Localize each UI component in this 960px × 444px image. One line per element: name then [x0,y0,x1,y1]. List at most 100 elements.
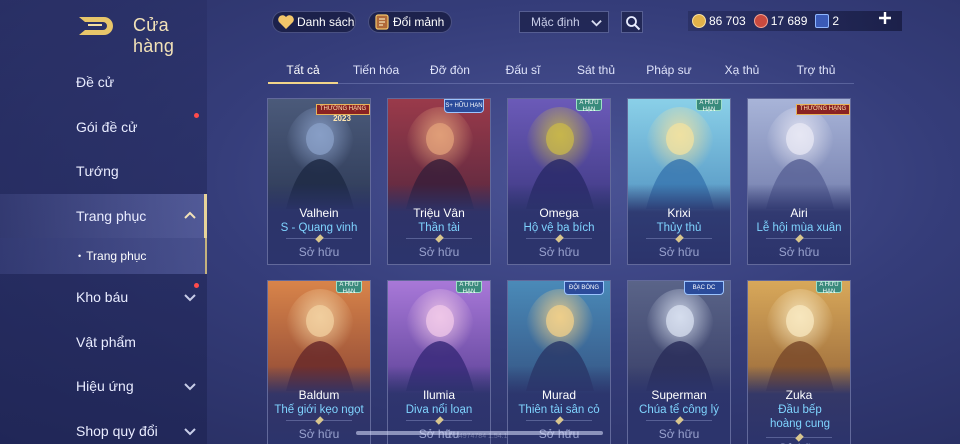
sidebar-item-effects[interactable]: Hiệu ứng [0,364,207,409]
search-button[interactable] [621,11,643,33]
skin-card[interactable]: THƯỜNG HẠNG Airi Lễ hội mùa xuân Sở hữu [747,98,851,265]
hero-name: Superman [651,388,707,402]
chevron-down-icon [184,294,196,302]
sidebar-item-treasure[interactable]: Kho báu [0,275,207,320]
skin-name: S - Quang vinh [280,222,358,234]
skin-card[interactable]: S+ HỮU HẠN Triệu Vân Thần tài Sở hữu [387,98,491,265]
hero-name: Valhein [299,206,339,220]
owned-status: Sở hữu [418,245,460,259]
tab-tank[interactable]: Đỡ đòn [418,58,482,83]
skin-name: Hộ vệ ba bích [523,222,595,234]
tab-support[interactable]: Trợ thủ [782,58,850,83]
skin-card[interactable]: A HỮU HẠNZukaĐầu bếp hoàng cungSở hữu [747,280,851,444]
hero-name: Ilumia [422,388,455,402]
sidebar-item-bundles[interactable]: Gói đề cử [0,105,207,150]
sidebar-item-exchange-shop[interactable]: Shop quy đổi [0,409,207,444]
skin-name: Thần tài [418,222,460,234]
sidebar-item-items[interactable]: Vật phẩm [0,320,207,365]
chevron-down-icon [184,383,196,391]
hero-name: Baldum [298,388,340,402]
hero-name: Murad [541,388,576,402]
skin-name: Thủy thủ [656,222,702,234]
sidebar-menu: Đề cử Gói đề cử Tướng Trang phục • Trang… [0,60,207,444]
gold-coin-icon [692,14,706,28]
favorites-list-button[interactable]: Danh sách [272,11,356,33]
owned-status: Sở hữu [778,245,820,259]
exchange-fragments-label: Đổi mảnh [393,15,445,29]
sidebar-item-label: Trang phục [76,207,147,224]
exchange-fragments-button[interactable]: Đổi mảnh [368,11,452,33]
sidebar-item-label: Đề cử [76,74,115,91]
back-icon[interactable] [76,13,116,37]
ruby-icon [753,14,768,28]
page-title: Cửa hàng [133,15,175,56]
sidebar-subitem-label: Trang phục [86,249,147,263]
ruby-amount: 17 689 [770,14,808,28]
category-tabs: Tất cả Tiến hóa Đỡ đòn Đấu sĩ Sát thủ Ph… [268,58,854,84]
fragment-icon [375,14,389,30]
bullet-icon: • [78,251,82,261]
sort-select-value: Mặc định [531,15,580,29]
skin-name: Thế giới kẹo ngọt [274,404,364,416]
currency-bar: 86 703 17 689 2 [688,11,902,31]
notification-dot [194,283,199,288]
grade-badge: A HỮU HẠN [816,281,842,295]
gold-amount: 86 703 [709,14,746,28]
sidebar-item-skins[interactable]: Trang phục [0,193,207,238]
grade-badge: A HỮU HẠN [576,99,602,113]
owned-status: Sở hữu [298,245,340,259]
hero-name: Krixi [667,206,691,220]
tab-evolution[interactable]: Tiến hóa [340,58,412,83]
owned-status: Sở hữu [658,245,700,259]
heart-icon [278,15,294,29]
chevron-down-icon [591,20,602,27]
skin-name: Lễ hội mùa xuân [756,222,842,234]
grade-badge: A HỮU HẠN [456,281,482,295]
skin-card[interactable]: ĐỘI BÓNGMuradThiên tài sân cỏSở hữu [507,280,611,444]
owned-status: Sở hữu [538,245,580,259]
chevron-down-icon [184,427,196,435]
label-badge: S+ HỮU HẠN [444,99,484,113]
sidebar-subitem-skins[interactable]: • Trang phục [0,238,207,274]
tab-marksman[interactable]: Xạ thủ [710,58,774,83]
rank-badge: THƯỜNG HẠNG [796,104,850,115]
notification-dot [194,112,199,118]
sort-select[interactable]: Mặc định [519,11,609,33]
owned-status: Sở hữu [298,427,340,441]
grade-badge: A HỮU HẠN [336,281,362,295]
sidebar-item-label: Vật phẩm [76,333,136,350]
rank-year: 2023 [333,114,351,123]
skin-card[interactable]: THƯỜNG HẠNG 2023 Valhein S - Quang vinh Sở h… [267,98,371,265]
skin-card[interactable]: A HỮU HẠN Krixi Thủy thủ Sở hữu [627,98,731,265]
tab-mage[interactable]: Pháp sư [636,58,702,83]
skin-name: Chúa tể công lý [639,404,719,416]
tab-fighter[interactable]: Đấu sĩ [492,58,554,83]
tab-all[interactable]: Tất cả [268,58,338,84]
owned-status: Sở hữu [658,427,700,441]
skin-card[interactable]: BẠC DC Superman Chúa tể công lý Sở hữu [627,280,731,444]
skin-card[interactable]: A HỮU HẠN Omega Hộ vệ ba bích Sở hữu [507,98,611,265]
sidebar-item-label: Gói đề cử [76,118,138,135]
build-info: ID:74974784 1.54.1 [446,433,508,440]
skin-name: Đầu bếp hoàng cung [769,404,831,430]
sidebar-item-label: Tướng [76,163,119,180]
hero-name: Omega [539,206,579,220]
favorites-list-label: Danh sách [297,15,355,29]
skin-name: Thiên tài sân cỏ [518,404,600,416]
tab-assassin[interactable]: Sát thủ [564,58,628,83]
sidebar-item-label: Kho báu [76,289,129,306]
label-badge: ĐỘI BÓNG [564,281,604,295]
sidebar: Cửa hàng Đề cử Gói đề cử Tướng Trang phụ… [0,0,207,444]
search-icon [626,16,641,31]
skin-name: Diva nổi loạn [405,404,473,416]
voucher-amount: 2 [832,14,840,28]
chevron-up-icon [184,211,196,219]
sidebar-item-label: Hiệu ứng [76,378,134,395]
sidebar-item-recommended[interactable]: Đề cử [0,60,207,105]
skin-card[interactable]: A HỮU HẠNIlumiaDiva nổi loạnSở hữu [387,280,491,444]
skin-card[interactable]: A HỮU HẠN Baldum Thế giới kẹo ngọt Sở hữu [267,280,371,444]
sidebar-item-heroes[interactable]: Tướng [0,149,207,194]
label-badge: BẠC DC [684,281,724,295]
voucher-icon [815,14,830,28]
add-currency-button[interactable] [877,10,893,26]
